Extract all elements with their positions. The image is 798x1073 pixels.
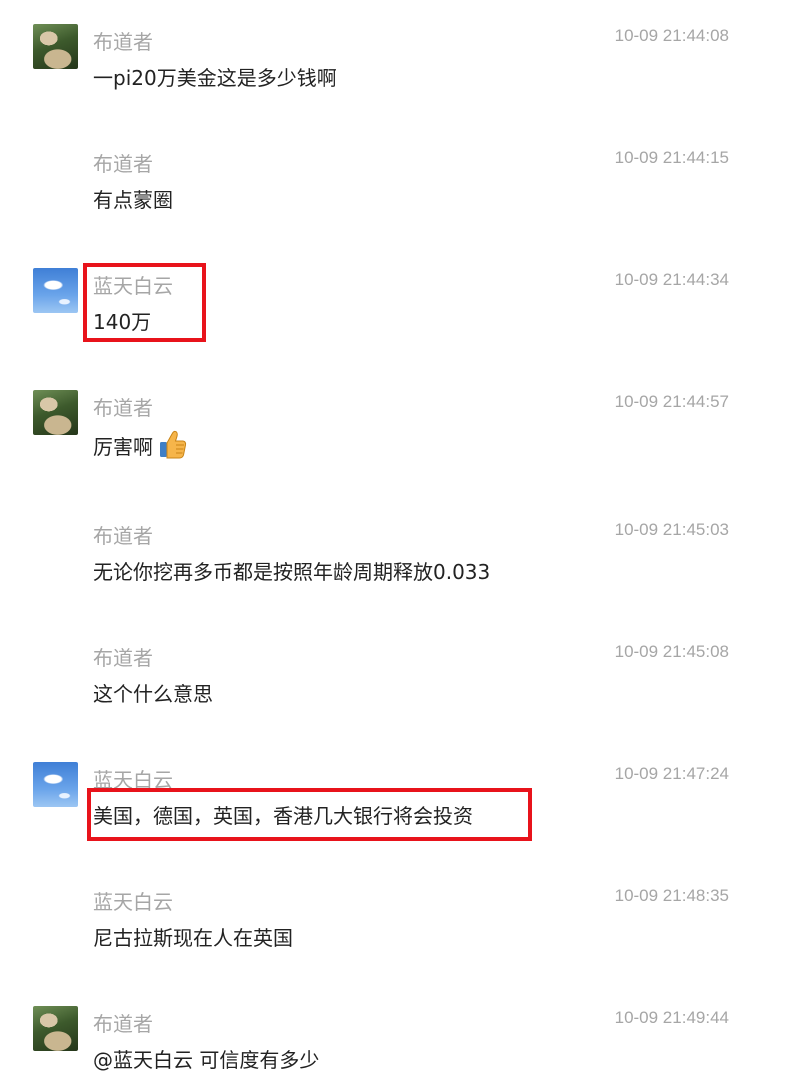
chat-message: 布道者 10-09 21:49:44 @蓝天白云 可信度有多少 [0,1006,798,1072]
message-text: 这个什么意思 [93,682,213,706]
sender-name[interactable]: 布道者 [93,26,153,55]
message-timestamp: 10-09 21:44:34 [614,270,729,289]
message-text: 厉害啊 [93,428,187,465]
message-text: 有点蒙圈 [93,188,173,212]
message-text: 无论你挖再多币都是按照年龄周期释放0.033 [93,560,491,584]
message-timestamp: 10-09 21:49:44 [614,1008,729,1027]
message-timestamp: 10-09 21:44:57 [614,392,729,411]
message-text: 140万 [93,310,152,334]
sender-name[interactable]: 布道者 [93,642,153,671]
user-avatar[interactable] [33,1006,78,1051]
message-timestamp: 10-09 21:47:24 [614,764,729,783]
user-avatar[interactable] [33,762,78,807]
message-timestamp: 10-09 21:44:08 [614,26,729,45]
message-timestamp: 10-09 21:45:03 [614,520,729,539]
message-text: 一pi20万美金这是多少钱啊 [93,66,337,90]
chat-message: 蓝天白云 10-09 21:47:24 美国，德国，英国，香港几大银行将会投资 [0,762,798,872]
message-timestamp: 10-09 21:44:15 [614,148,729,167]
user-avatar[interactable] [33,24,78,69]
message-text: 美国，德国，英国，香港几大银行将会投资 [93,804,473,828]
message-timestamp: 10-09 21:48:35 [614,886,729,905]
message-text: 尼古拉斯现在人在英国 [93,926,293,950]
chat-message: 蓝天白云 10-09 21:44:34 140万 [0,268,798,378]
chat-message: 布道者 10-09 21:44:08 一pi20万美金这是多少钱啊 [0,24,798,134]
sender-name[interactable]: 蓝天白云 [93,270,173,299]
thumbs-up-icon [157,428,187,465]
chat-message: 布道者 10-09 21:45:03 无论你挖再多币都是按照年龄周期释放0.03… [0,518,798,628]
sender-name[interactable]: 布道者 [93,520,153,549]
user-avatar[interactable] [33,390,78,435]
sender-name[interactable]: 布道者 [93,148,153,177]
message-text: @蓝天白云 可信度有多少 [93,1048,320,1072]
sender-name[interactable]: 布道者 [93,1008,153,1037]
message-text-body: 厉害啊 [93,435,153,459]
user-avatar[interactable] [33,268,78,313]
sender-name[interactable]: 蓝天白云 [93,764,173,793]
sender-name[interactable]: 蓝天白云 [93,886,173,915]
sender-name[interactable]: 布道者 [93,392,153,421]
chat-message: 蓝天白云 10-09 21:48:35 尼古拉斯现在人在英国 [0,884,798,994]
message-timestamp: 10-09 21:45:08 [614,642,729,661]
chat-message: 布道者 10-09 21:44:57 厉害啊 [0,390,798,500]
chat-message: 布道者 10-09 21:45:08 这个什么意思 [0,640,798,750]
chat-message: 布道者 10-09 21:44:15 有点蒙圈 [0,146,798,256]
